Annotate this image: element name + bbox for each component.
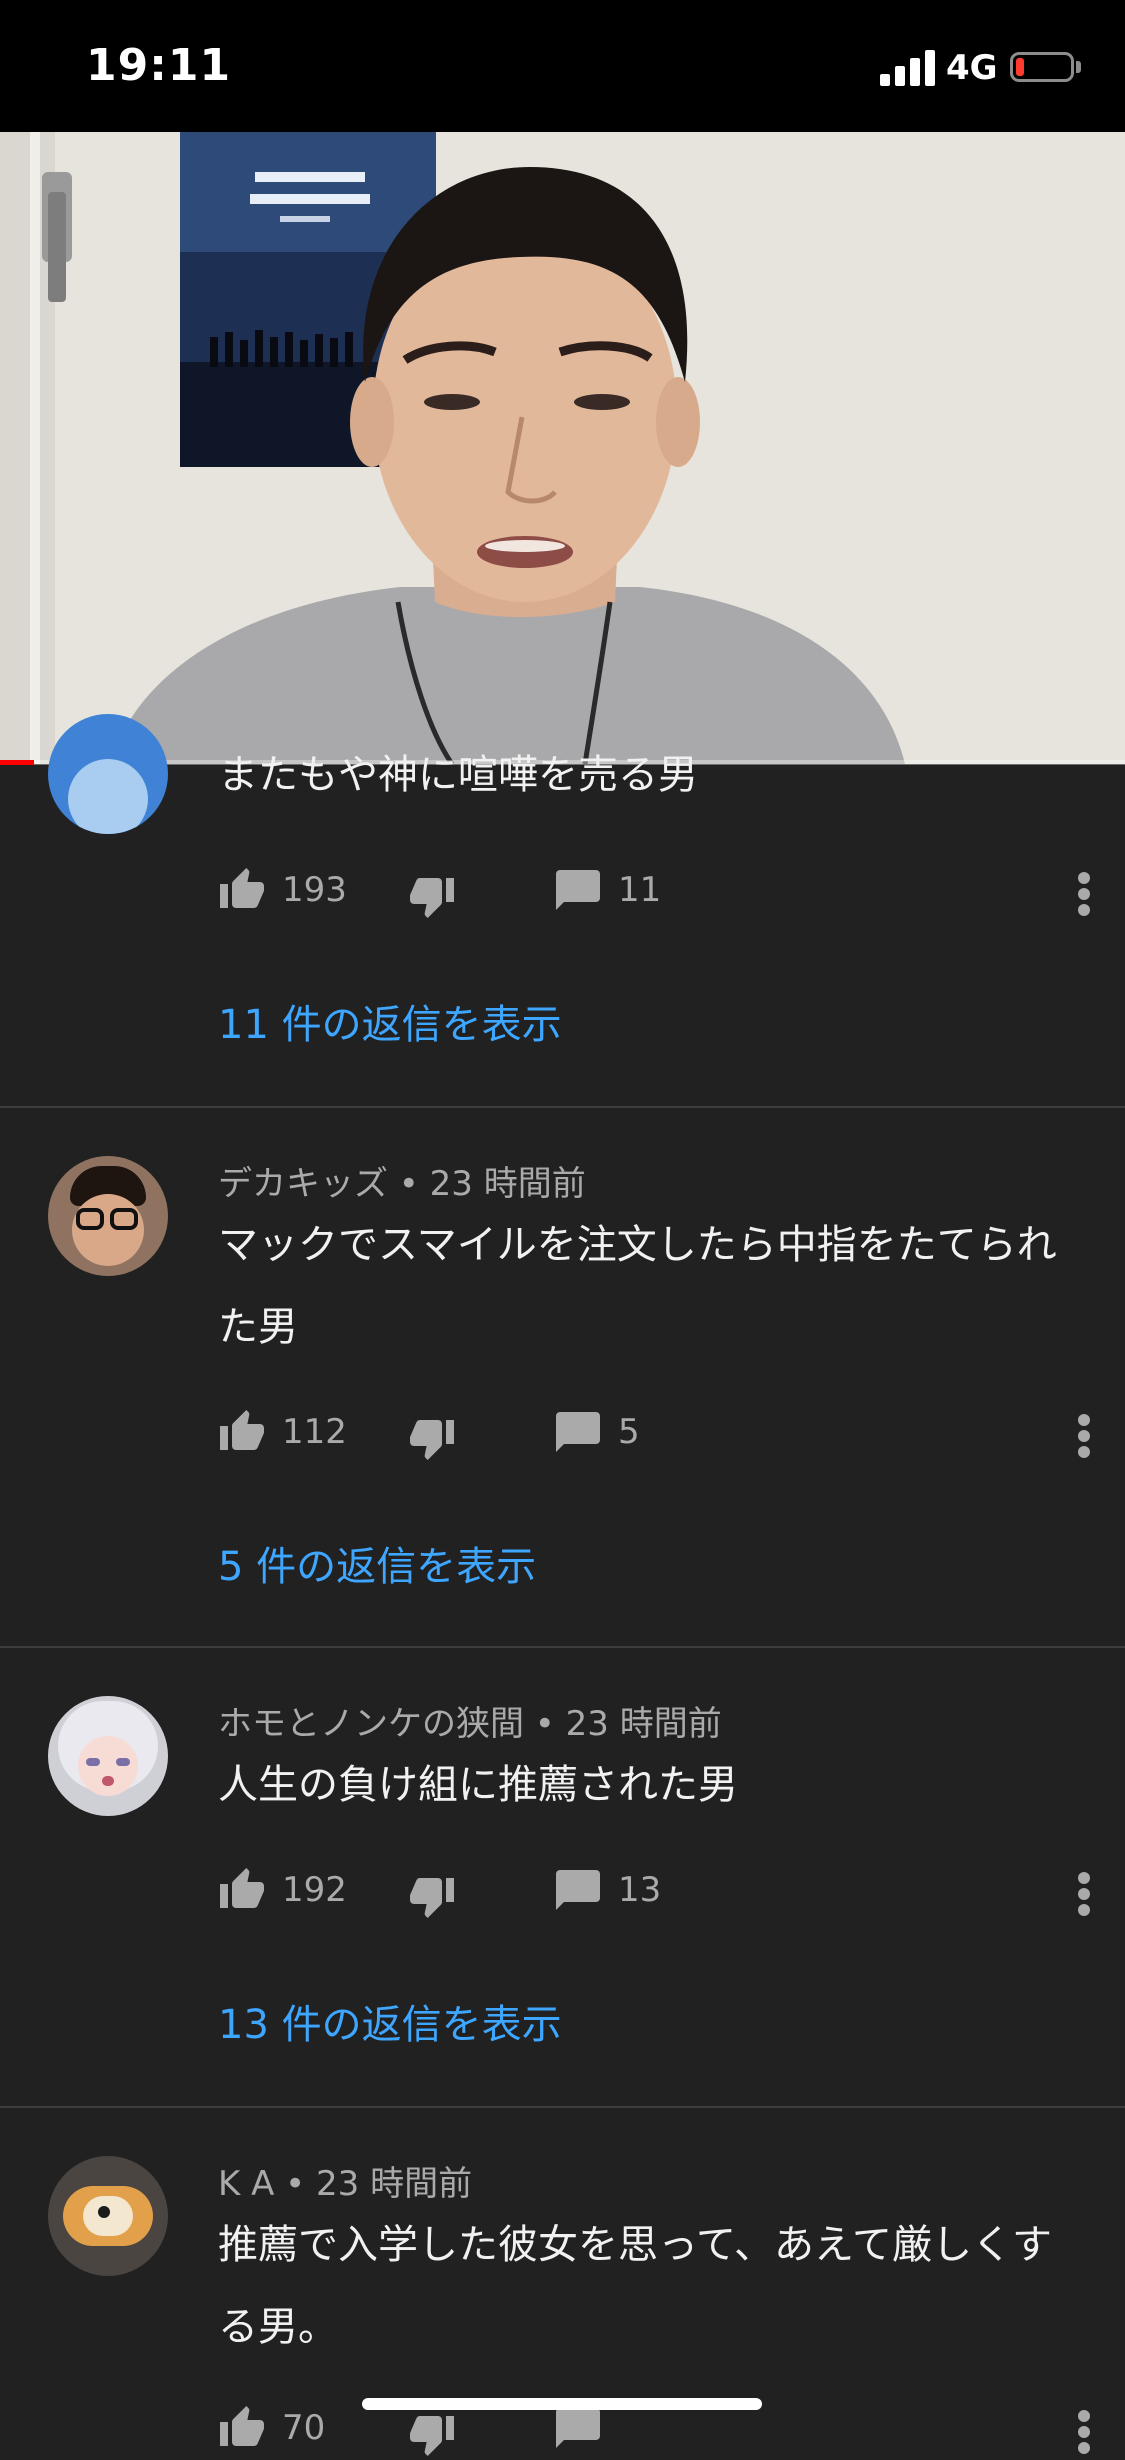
comment-icon[interactable] xyxy=(554,1866,602,1914)
thumb-down-icon[interactable] xyxy=(408,1414,456,1462)
meta-separator: • xyxy=(274,2164,317,2204)
comment-meta: デカキッズ • 23 時間前 xyxy=(218,1156,586,1205)
comment-icon[interactable] xyxy=(554,1408,602,1456)
view-replies-link[interactable]: 11 件の返信を表示 xyxy=(218,992,562,1050)
comment-actions: 70 xyxy=(218,2404,1098,2460)
thumb-down-icon[interactable] xyxy=(408,872,456,920)
comment-divider xyxy=(0,1106,1125,1108)
signal-icon xyxy=(880,50,936,86)
comment-meta: K A • 23 時間前 xyxy=(218,2156,472,2205)
thumb-up-icon[interactable] xyxy=(218,1866,266,1914)
comment-icon[interactable] xyxy=(554,2404,602,2452)
status-bar: 19:11 4G xyxy=(0,0,1125,132)
comment-text: またもや神に喧嘩を売る男 xyxy=(218,752,698,798)
comment-actions: 192 13 xyxy=(218,1866,1098,1922)
reply-count: 13 xyxy=(618,1870,662,1910)
meta-separator: • xyxy=(388,1164,430,1204)
comment-divider xyxy=(0,1646,1125,1648)
thumb-up-icon[interactable] xyxy=(218,1408,266,1456)
more-vertical-icon[interactable] xyxy=(1064,2408,1104,2456)
view-replies-link[interactable]: 5 件の返信を表示 xyxy=(218,1534,536,1592)
more-vertical-icon[interactable] xyxy=(1064,1870,1104,1918)
more-vertical-icon[interactable] xyxy=(1064,870,1104,918)
thumb-down-icon[interactable] xyxy=(408,2410,456,2458)
comment-divider xyxy=(0,2106,1125,2108)
comment-meta: ホモとノンケの狭間 • 23 時間前 xyxy=(218,1696,722,1745)
video-frame xyxy=(0,132,1125,764)
comment-time: 23 時間前 xyxy=(316,2164,473,2204)
comment-author[interactable]: デカキッズ xyxy=(218,1164,388,1204)
comment-author[interactable]: ホモとノンケの狭間 xyxy=(218,1704,524,1744)
avatar[interactable] xyxy=(48,1696,168,1816)
avatar[interactable] xyxy=(48,714,168,834)
battery-icon xyxy=(1010,52,1074,82)
thumb-up-icon[interactable] xyxy=(218,2404,266,2452)
view-replies-link[interactable]: 13 件の返信を表示 xyxy=(218,1992,562,2050)
like-count: 193 xyxy=(282,870,347,910)
comment-time: 23 時間前 xyxy=(429,1164,586,1204)
avatar[interactable] xyxy=(48,1156,168,1276)
comment-icon[interactable] xyxy=(554,866,602,914)
thumb-down-icon[interactable] xyxy=(408,1872,456,1920)
video-player[interactable] xyxy=(0,132,1125,764)
avatar[interactable] xyxy=(48,2156,168,2276)
meta-separator: • xyxy=(524,1704,566,1744)
like-count: 192 xyxy=(282,1870,347,1910)
comment-text: 人生の負け組に推薦された男 xyxy=(218,1762,738,1808)
like-count: 112 xyxy=(282,1412,347,1452)
thumb-up-icon[interactable] xyxy=(218,866,266,914)
reply-count: 11 xyxy=(618,870,662,910)
comment-text: 推薦で入学した彼女を思って、あえて厳しくする男。 xyxy=(218,2222,1052,2350)
comment-time: 23 時間前 xyxy=(565,1704,722,1744)
comment-author[interactable]: K A xyxy=(218,2164,274,2204)
comment-text: マックでスマイルを注文したら中指をたてられた男 xyxy=(218,1222,1057,1350)
home-indicator[interactable] xyxy=(362,2398,762,2410)
status-time: 19:11 xyxy=(86,40,232,91)
video-progress-fill xyxy=(0,760,34,765)
like-count: 70 xyxy=(282,2408,326,2448)
network-type: 4G xyxy=(946,48,998,88)
comment-actions: 112 5 xyxy=(218,1408,1098,1464)
comment-actions: 193 11 xyxy=(218,866,1098,922)
more-vertical-icon[interactable] xyxy=(1064,1412,1104,1460)
reply-count: 5 xyxy=(618,1412,640,1452)
